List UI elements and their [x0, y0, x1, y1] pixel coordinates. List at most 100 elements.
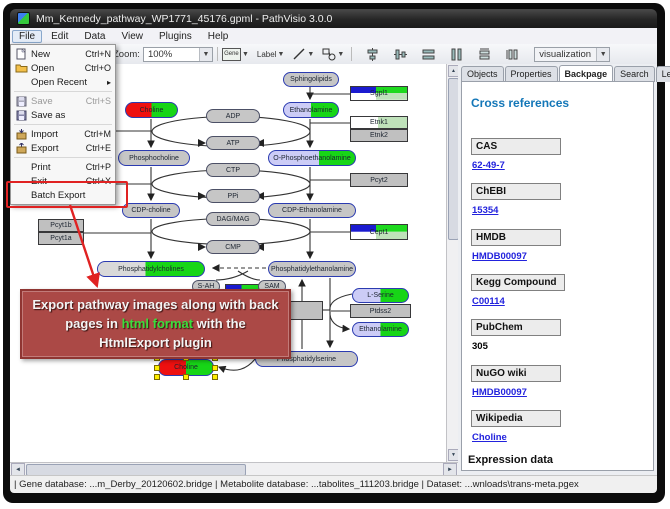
- no-icon: [14, 176, 28, 187]
- distribute-vertical-button[interactable]: [448, 47, 464, 61]
- pathway-node-atp[interactable]: ATP: [206, 136, 260, 150]
- menu-file[interactable]: File: [12, 30, 42, 43]
- xref-link-c00114[interactable]: C00114: [472, 296, 505, 307]
- align-center-button[interactable]: [364, 47, 380, 61]
- node-label: Phosphatidylethanolamine: [271, 266, 353, 273]
- file-menu-item-shortcut: Ctrl+O: [85, 63, 111, 73]
- pathway-node-adp[interactable]: ADP: [206, 109, 260, 123]
- xref-link-15354[interactable]: 15354: [472, 205, 498, 216]
- distribute-horizontal-button[interactable]: [420, 47, 436, 61]
- file-menu-item-batch-export[interactable]: Batch Export: [11, 188, 115, 202]
- visualization-dropdown-icon[interactable]: ▼: [596, 48, 609, 61]
- pathway-node-pcyt1a[interactable]: Pcyt1a: [38, 232, 84, 245]
- chevron-down-icon[interactable]: ▼: [277, 51, 284, 58]
- tab-legend[interactable]: Legend: [656, 66, 670, 82]
- menu-data[interactable]: Data: [77, 30, 112, 43]
- pathway-node-ppi[interactable]: PPi: [206, 189, 260, 203]
- chevron-down-icon[interactable]: ▼: [307, 51, 314, 58]
- tab-objects[interactable]: Objects: [461, 66, 504, 82]
- shape-tool-button[interactable]: ▼: [322, 47, 347, 61]
- chevron-down-icon[interactable]: ▼: [242, 51, 249, 58]
- file-menu-item-shortcut: Ctrl+S: [86, 96, 111, 106]
- pathway-node-pcyt1b[interactable]: Pcyt1b: [38, 219, 84, 232]
- pathway-node-l-serine[interactable]: L-Serine: [352, 288, 409, 303]
- pathway-node-phosphatidylcholines[interactable]: Phosphatidylcholines: [97, 261, 205, 277]
- match-width-button[interactable]: [476, 47, 492, 61]
- backpage-section-chebi: ChEBI: [471, 183, 561, 200]
- pathway-node-choline[interactable]: Choline: [158, 359, 214, 376]
- node-label: Sgpl1: [370, 90, 388, 97]
- zoom-label: Zoom:: [113, 49, 140, 60]
- zoom-combobox[interactable]: 100% ▼: [143, 47, 213, 62]
- line-tool-button[interactable]: ▼: [292, 47, 317, 61]
- pathway-node-choline[interactable]: Choline: [125, 102, 178, 118]
- pathway-node-sphingolipids[interactable]: Sphingolipids: [283, 72, 339, 87]
- pathway-node-phosphatidylethanolamine[interactable]: Phosphatidylethanolamine: [268, 261, 356, 277]
- xref-link-choline[interactable]: Choline: [472, 432, 507, 443]
- visualization-combobox[interactable]: visualization ▼: [534, 47, 610, 62]
- align-middle-button[interactable]: [392, 47, 408, 61]
- pathway-node-ptdss2[interactable]: Ptdss2: [350, 304, 411, 318]
- gene-tool-icon: Gene: [222, 48, 241, 61]
- file-menu-item-new[interactable]: NewCtrl+N: [11, 47, 115, 61]
- file-menu-item-shortcut: Ctrl+P: [86, 162, 111, 172]
- menu-plugins[interactable]: Plugins: [152, 30, 199, 43]
- file-menu-item-shortcut: Ctrl+M: [84, 129, 111, 139]
- file-menu-item-save[interactable]: SaveCtrl+S: [11, 94, 115, 108]
- backpage-section-wikipedia: Wikipedia: [471, 410, 561, 427]
- xref-link-hmdb00097[interactable]: HMDB00097: [472, 251, 527, 262]
- pathway-node-etnk1[interactable]: Etnk1: [350, 116, 408, 129]
- visualization-value: visualization: [539, 49, 591, 60]
- pathway-node-cdp-ethanolamine[interactable]: CDP-Ethanolamine: [268, 203, 356, 218]
- pathway-node-ethanolamine[interactable]: Ethanolamine: [283, 102, 339, 118]
- file-menu-item-exit[interactable]: ExitCtrl+X: [11, 174, 115, 188]
- menu-help[interactable]: Help: [201, 30, 236, 43]
- backpage-section-pubchem: PubChem: [471, 319, 561, 336]
- file-menu-item-label: Open Recent: [31, 77, 87, 88]
- pathway-node-pcyt2[interactable]: Pcyt2: [350, 173, 408, 187]
- file-menu-item-print[interactable]: PrintCtrl+P: [11, 160, 115, 174]
- pathway-node-dag-mag[interactable]: DAG/MAG: [206, 212, 260, 226]
- backpage-section-nugo-wiki: NuGO wiki: [471, 365, 561, 382]
- label-tool-button[interactable]: Label ▼: [257, 50, 288, 59]
- window-title: Mm_Kennedy_pathway_WP1771_45176.gpml - P…: [36, 13, 332, 25]
- pathway-node-ethanolamine[interactable]: Ethanolamine: [352, 322, 409, 337]
- tab-properties[interactable]: Properties: [505, 66, 558, 82]
- chevron-down-icon[interactable]: ▼: [337, 51, 344, 58]
- zoom-value: 100%: [148, 49, 172, 60]
- node-label: Ethanolamine: [359, 326, 402, 333]
- menu-view[interactable]: View: [114, 30, 150, 43]
- xref-link-hmdb00097[interactable]: HMDB00097: [472, 387, 527, 398]
- file-menu-item-save-as[interactable]: Save as: [11, 108, 115, 122]
- pathway-node-cdp-choline[interactable]: CDP-choline: [122, 203, 180, 218]
- menu-edit[interactable]: Edit: [44, 30, 75, 43]
- node-label: CTP: [226, 167, 240, 174]
- pathway-node-cmp[interactable]: CMP: [206, 240, 260, 254]
- xref-link-62-49-7[interactable]: 62-49-7: [472, 160, 505, 171]
- gene-tool-button[interactable]: Gene ▼: [222, 48, 252, 61]
- pathway-node-phosphocholine[interactable]: Phosphocholine: [118, 150, 190, 166]
- pathway-node-ctp[interactable]: CTP: [206, 163, 260, 177]
- line-tool-icon: [292, 47, 306, 61]
- no-icon: [14, 190, 28, 201]
- pathway-node-sgpl1[interactable]: Sgpl1: [350, 86, 408, 101]
- file-menu-item-import[interactable]: ImportCtrl+M: [11, 127, 115, 141]
- zoom-dropdown-icon[interactable]: ▼: [199, 48, 212, 61]
- canvas-horizontal-scrollbar[interactable]: ◄ ►: [10, 462, 458, 476]
- pathway-node-cept1[interactable]: Cept1: [350, 224, 408, 240]
- node-label: Sphingolipids: [290, 76, 332, 83]
- shape-tool-icon: [322, 47, 336, 61]
- tab-search[interactable]: Search: [614, 66, 655, 82]
- file-menu-item-open-recent[interactable]: Open Recent▸: [11, 75, 115, 89]
- side-panel: ObjectsPropertiesBackpageSearchLegend Cr…: [458, 64, 657, 475]
- file-menu-item-open[interactable]: OpenCtrl+O: [11, 61, 115, 75]
- file-menu-item-export[interactable]: ExportCtrl+E: [11, 141, 115, 155]
- tab-backpage[interactable]: Backpage: [559, 65, 614, 81]
- pathway-node-o-phosphoethanolamine[interactable]: O-Phosphoethanolamine: [268, 150, 356, 166]
- backpage-section-hmdb: HMDB: [471, 229, 561, 246]
- file-menu-item-label: Batch Export: [31, 190, 85, 201]
- node-label: PPi: [228, 193, 239, 200]
- match-height-button[interactable]: [504, 47, 520, 61]
- pathway-node-etnk2[interactable]: Etnk2: [350, 129, 408, 142]
- menu-separator: [14, 124, 112, 125]
